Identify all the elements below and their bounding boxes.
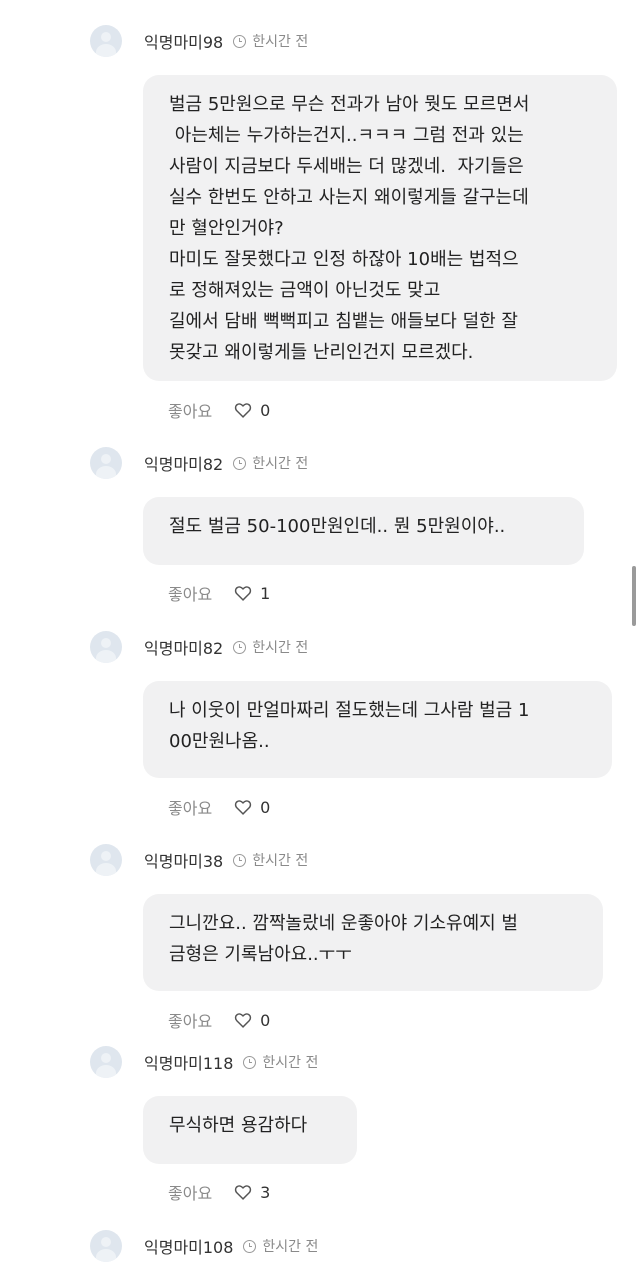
author-nickname[interactable]: 익명마미118 — [144, 1050, 233, 1074]
author-nickname[interactable]: 익명마미82 — [144, 635, 223, 659]
comment-time: 한시간 전 — [252, 640, 309, 656]
comment-text: 절도 벌금 50-100만원인데.. 뭔 5만원이야.. — [143, 497, 584, 565]
author-nickname[interactable]: 익명마미82 — [144, 451, 223, 475]
clock-icon — [243, 1055, 257, 1069]
comment-header: 익명마미82 한시간 전 — [90, 630, 308, 664]
clock-icon — [233, 34, 247, 48]
comment-time: 한시간 전 — [252, 34, 309, 50]
clock-icon — [233, 456, 247, 470]
heart-icon[interactable] — [234, 1012, 252, 1028]
like-count: 3 — [260, 1182, 271, 1202]
like-button[interactable]: 좋아요 — [168, 795, 212, 819]
clock-icon — [233, 853, 247, 867]
avatar[interactable] — [90, 1230, 122, 1262]
comment-time: 한시간 전 — [262, 1239, 319, 1255]
scrollbar[interactable] — [632, 566, 636, 626]
comment-time: 한시간 전 — [252, 853, 309, 869]
comment-text: 벌금 5만원으로 무슨 전과가 남아 뭣도 모르면서 아는체는 누가하는건지..… — [143, 75, 617, 381]
avatar[interactable] — [90, 25, 122, 57]
author-nickname[interactable]: 익명마미108 — [144, 1234, 233, 1258]
heart-icon[interactable] — [234, 402, 252, 418]
comment-actions: 좋아요 0 — [168, 1008, 270, 1032]
like-count: 0 — [260, 400, 271, 420]
author-nickname[interactable]: 익명마미98 — [144, 29, 223, 53]
comment-text: 나 이웃이 만얼마짜리 절도했는데 그사람 벌금 1 00만원나옴.. — [143, 681, 612, 778]
like-button[interactable]: 좋아요 — [168, 1008, 212, 1032]
avatar[interactable] — [90, 844, 122, 876]
comment-text: 그니깐요.. 깜짝놀랐네 운좋아야 기소유예지 벌 금형은 기록남아요..ㅜㅜ — [143, 894, 603, 991]
like-button[interactable]: 좋아요 — [168, 581, 212, 605]
clock-icon — [243, 1239, 257, 1253]
avatar[interactable] — [90, 631, 122, 663]
heart-icon[interactable] — [234, 585, 252, 601]
author-nickname[interactable]: 익명마미38 — [144, 848, 223, 872]
comment-time: 한시간 전 — [262, 1055, 319, 1071]
comment-header: 익명마미118 한시간 전 — [90, 1045, 318, 1079]
comment-actions: 좋아요 3 — [168, 1180, 270, 1204]
comment-header: 익명마미82 한시간 전 — [90, 446, 308, 480]
like-button[interactable]: 좋아요 — [168, 1180, 212, 1204]
comment-actions: 좋아요 1 — [168, 581, 270, 605]
comment-header: 익명마미38 한시간 전 — [90, 843, 308, 877]
comment-time: 한시간 전 — [252, 456, 309, 472]
avatar[interactable] — [90, 1046, 122, 1078]
comment-header: 익명마미108 한시간 전 — [90, 1229, 318, 1263]
heart-icon[interactable] — [234, 799, 252, 815]
avatar[interactable] — [90, 447, 122, 479]
comment-actions: 좋아요 0 — [168, 795, 270, 819]
comment-actions: 좋아요 0 — [168, 398, 270, 422]
like-count: 0 — [260, 797, 271, 817]
like-count: 0 — [260, 1010, 271, 1030]
heart-icon[interactable] — [234, 1184, 252, 1200]
comment-text: 무식하면 용감하다 — [143, 1096, 357, 1164]
like-button[interactable]: 좋아요 — [168, 398, 212, 422]
clock-icon — [233, 640, 247, 654]
comment-header: 익명마미98 한시간 전 — [90, 24, 308, 58]
like-count: 1 — [260, 583, 271, 603]
